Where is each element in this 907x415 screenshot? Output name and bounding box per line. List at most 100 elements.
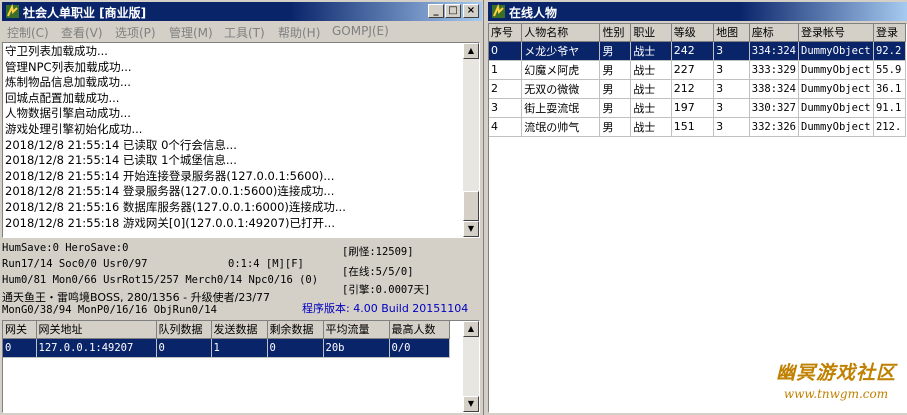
log-line: 2018/12/8 21:55:14 已读取 0个行会信息...	[5, 137, 237, 152]
log-line: 炼制物品信息加载成功...	[5, 75, 131, 90]
right-titlebar[interactable]: 在线人物	[488, 2, 907, 21]
table-cell: 0	[3, 338, 37, 358]
log-line: 守卫列表加载成功...	[5, 44, 108, 58]
scroll-down-icon[interactable]: ▼	[463, 396, 479, 412]
column-header[interactable]: 平均流量	[323, 321, 390, 339]
scroll-up-icon[interactable]: ▲	[463, 43, 479, 59]
engine-uptime: [引擎:0.0007天]	[342, 284, 431, 296]
column-header[interactable]: 职业	[630, 24, 672, 42]
log-panel[interactable]: 守卫列表加载成功... 管理NPC列表加载成功... 炼制物品信息加载成功...…	[2, 42, 480, 238]
menu-help[interactable]: 帮助(H)	[278, 24, 320, 41]
table-cell: 2	[489, 79, 523, 99]
table-row[interactable]: 0 127.0.0.1:49207 0 1 0 20b 0/0	[3, 338, 450, 358]
table-cell: DummyObject	[798, 98, 874, 118]
table-row[interactable]: 1 幻魔メ阿虎 男 战士 227 3 333:329 DummyObject 5…	[489, 60, 906, 80]
table-cell: 男	[599, 117, 632, 137]
scroll-thumb[interactable]	[463, 191, 479, 221]
menu-options[interactable]: 选项(P)	[115, 24, 156, 41]
gateway-scrollbar[interactable]: ▲ ▼	[463, 321, 479, 412]
column-header[interactable]: 座标	[749, 24, 800, 42]
status-hum: Hum0/81 Mon0/66 UsrRot15/257 Merch0/14 N…	[2, 274, 319, 286]
menu-control[interactable]: 控制(C)	[7, 24, 49, 41]
column-header[interactable]: 队列数据	[156, 321, 212, 339]
table-cell: 4	[489, 117, 523, 137]
table-cell: 男	[599, 41, 632, 61]
maximize-button[interactable]: □	[445, 4, 461, 18]
menu-manage[interactable]: 管理(M)	[169, 24, 213, 41]
left-titlebar[interactable]: 社会人单职业 [商业版] _ □ ×	[2, 2, 482, 21]
table-cell: 1	[489, 60, 523, 80]
column-header[interactable]: 序号	[489, 24, 523, 42]
menu-gompj[interactable]: GOMPJ(E)	[332, 24, 389, 38]
table-row[interactable]: 3 街上耍流氓 男 战士 197 3 330:327 DummyObject 9…	[489, 98, 906, 118]
status-run: Run17/14 Soc0/0 Usr0/97	[2, 258, 148, 270]
table-cell: 338:324	[749, 79, 800, 99]
table-cell: 3	[713, 117, 750, 137]
table-cell: 55.9	[873, 60, 906, 80]
table-cell: 战士	[630, 41, 672, 61]
site-watermark: 幽冥游戏社区 www.tnwgm.com	[766, 358, 906, 408]
column-header[interactable]: 最高人数	[389, 321, 450, 339]
gateway-table[interactable]: 网关 网关地址 队列数据 发送数据 剩余数据 平均流量 最高人数 0 127.0…	[2, 320, 480, 413]
scroll-up-icon[interactable]: ▲	[463, 321, 479, 337]
gateway-header-row: 网关 网关地址 队列数据 发送数据 剩余数据 平均流量 最高人数	[3, 321, 450, 339]
player-header-row: 序号 人物名称 性别 职业 等级 地图 座标 登录帐号 登录	[489, 24, 906, 42]
table-cell: 3	[713, 41, 750, 61]
close-button[interactable]: ×	[463, 4, 479, 18]
column-header[interactable]: 人物名称	[521, 24, 601, 42]
server-console-window: 社会人单职业 [商业版] _ □ × 控制(C) 查看(V) 选项(P) 管理(…	[0, 0, 484, 415]
scroll-down-icon[interactable]: ▼	[463, 221, 479, 237]
column-header[interactable]: 地图	[713, 24, 750, 42]
column-header[interactable]: 发送数据	[211, 321, 268, 339]
window-title: 在线人物	[509, 6, 558, 20]
column-header[interactable]: 等级	[671, 24, 715, 42]
table-cell: 227	[671, 60, 715, 80]
table-cell: 332:326	[749, 117, 800, 137]
table-cell: 1	[211, 338, 268, 358]
column-header[interactable]: 网关地址	[36, 321, 157, 339]
app-icon	[492, 4, 505, 18]
menu-tools[interactable]: 工具(T)	[224, 24, 265, 41]
status-time: 0:1:4 [M][F]	[228, 258, 304, 270]
log-line: 2018/12/8 21:55:14 登录服务器(127.0.0.1:5600)…	[5, 184, 335, 199]
menu-view[interactable]: 查看(V)	[61, 24, 103, 41]
log-line: 回城点配置加载成功...	[5, 90, 120, 105]
table-cell: 战士	[630, 117, 672, 137]
table-row[interactable]: 4 流氓の帅气 男 战士 151 3 332:326 DummyObject 2…	[489, 117, 906, 137]
column-header[interactable]: 登录帐号	[798, 24, 874, 42]
table-cell: 0	[156, 338, 212, 358]
column-header[interactable]: 剩余数据	[267, 321, 324, 339]
log-lines: 守卫列表加载成功... 管理NPC列表加载成功... 炼制物品信息加载成功...…	[5, 44, 461, 231]
table-cell: 0	[267, 338, 324, 358]
table-cell: 3	[713, 60, 750, 80]
app-icon	[6, 4, 19, 18]
table-cell: 197	[671, 98, 715, 118]
table-cell: 3	[489, 98, 523, 118]
table-cell: 0/0	[389, 338, 450, 358]
table-row[interactable]: 2 无双の微微 男 战士 212 3 338:324 DummyObject 3…	[489, 79, 906, 99]
table-cell: 36.1	[873, 79, 906, 99]
version-label: 程序版本: 4.00 Build 20151104	[302, 302, 469, 315]
log-line: 人物数据引擎启动成功...	[5, 106, 131, 121]
table-row[interactable]: 0 メ龙少爷ヤ 男 战士 242 3 334:324 DummyObject 9…	[489, 41, 906, 61]
table-cell: 男	[599, 98, 632, 118]
table-cell: 242	[671, 41, 715, 61]
column-header[interactable]: 登录	[873, 24, 906, 42]
menubar: 控制(C) 查看(V) 选项(P) 管理(M) 工具(T) 帮助(H) GOMP…	[2, 22, 482, 41]
log-line: 2018/12/8 21:55:18 游戏网关[0](127.0.0.1:492…	[5, 215, 335, 230]
table-cell: 91.1	[873, 98, 906, 118]
minimize-button[interactable]: _	[428, 4, 444, 18]
table-cell: 男	[599, 79, 632, 99]
table-cell: メ龙少爷ヤ	[521, 41, 601, 61]
table-cell: DummyObject	[798, 41, 874, 61]
table-cell: DummyObject	[798, 79, 874, 99]
status-mon: MonG0/38/94 MonP0/16/16 ObjRun0/14	[2, 304, 217, 316]
table-cell: 无双の微微	[521, 79, 601, 99]
table-cell: 幻魔メ阿虎	[521, 60, 601, 80]
column-header[interactable]: 网关	[3, 321, 37, 339]
table-cell: 0	[489, 41, 523, 61]
player-table[interactable]: 序号 人物名称 性别 职业 等级 地图 座标 登录帐号 登录 0 メ龙少爷ヤ 男…	[488, 23, 907, 413]
log-scrollbar[interactable]: ▲ ▼	[463, 43, 479, 237]
column-header[interactable]: 性别	[599, 24, 632, 42]
table-cell: DummyObject	[798, 117, 874, 137]
